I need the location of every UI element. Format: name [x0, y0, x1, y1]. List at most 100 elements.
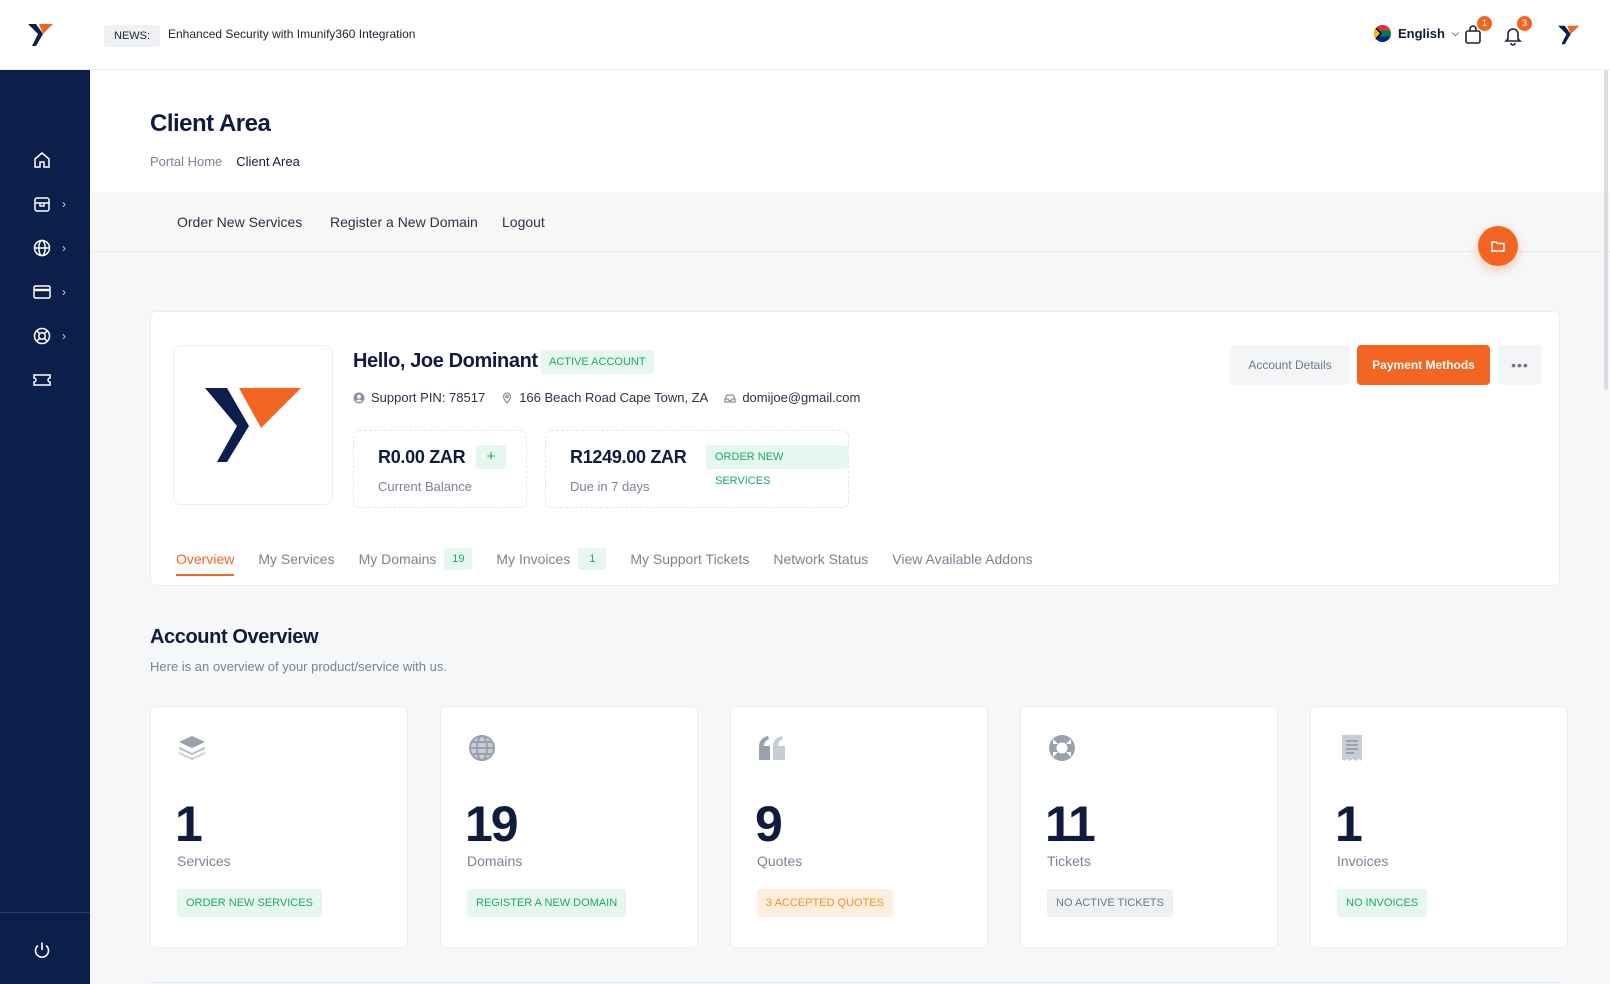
lifebuoy-icon	[33, 327, 51, 345]
invoices-count-badge: 1	[578, 548, 607, 570]
no-active-tickets-pill[interactable]: NO ACTIVE TICKETS	[1047, 889, 1173, 917]
breadcrumb-client-area: Client Area	[236, 154, 300, 169]
quick-nav: Order New Services Register a New Domain…	[90, 192, 1610, 252]
box-icon	[34, 197, 50, 212]
sidebar-divider	[0, 912, 90, 913]
tab-view-available-addons[interactable]: View Available Addons	[892, 544, 1032, 574]
register-domain-link[interactable]: Register a New Domain	[330, 214, 478, 230]
accepted-quotes-pill[interactable]: 3 ACCEPTED QUOTES	[757, 889, 893, 917]
sidebar-item-home[interactable]	[0, 140, 90, 180]
quotes-count: 9	[755, 796, 783, 852]
support-pin-text: Support PIN: 78517	[371, 390, 486, 405]
news-headline[interactable]: Enhanced Security with Imunify360 Integr…	[168, 27, 415, 41]
cart-count-badge: 1	[1477, 16, 1492, 31]
tickets-count: 11	[1045, 796, 1096, 852]
no-invoices-pill[interactable]: NO INVOICES	[1337, 889, 1428, 917]
tab-overview[interactable]: Overview	[176, 544, 235, 576]
language-label: English	[1398, 26, 1445, 41]
account-overview-title: Account Overview	[150, 626, 319, 648]
invoices-label: Invoices	[1337, 853, 1389, 869]
notifications-count-badge: 3	[1517, 16, 1532, 31]
services-count: 1	[175, 796, 203, 852]
sidebar-item-services[interactable]: ›	[0, 184, 90, 224]
sidebar-item-support[interactable]: ›	[0, 316, 90, 356]
lifebuoy-icon	[1049, 735, 1075, 761]
notifications-button[interactable]: 3	[1502, 16, 1532, 46]
inbox-icon	[724, 393, 736, 403]
order-new-services-pill[interactable]: ORDER NEW SERVICES	[177, 889, 322, 917]
map-pin-icon	[503, 391, 512, 404]
tab-my-services[interactable]: My Services	[258, 544, 334, 574]
tab-my-invoices[interactable]: My Invoices 1	[496, 544, 607, 574]
domains-tile[interactable]: 19 Domains REGISTER A NEW DOMAIN	[440, 706, 698, 948]
more-options-button[interactable]: •••	[1498, 345, 1542, 385]
current-balance-box: R0.00 ZAR + Current Balance	[353, 430, 527, 508]
support-pin: Support PIN: 78517	[353, 390, 485, 405]
tickets-tile[interactable]: 11 Tickets NO ACTIVE TICKETS	[1020, 706, 1278, 948]
language-selector[interactable]: English ⌵	[1374, 25, 1459, 42]
tab-label: My Support Tickets	[630, 551, 750, 567]
user-avatar[interactable]	[1558, 24, 1580, 46]
current-balance-label: Current Balance	[378, 479, 472, 494]
brand-logo[interactable]	[28, 22, 54, 48]
chevron-right-icon: ›	[62, 285, 66, 299]
tab-my-support-tickets[interactable]: My Support Tickets	[630, 544, 749, 574]
sidebar-item-domains[interactable]: ›	[0, 228, 90, 268]
tab-my-domains[interactable]: My Domains 19	[359, 544, 473, 574]
account-overview-subtitle: Here is an overview of your product/serv…	[150, 659, 447, 674]
credit-card-icon	[33, 285, 51, 299]
page-scrollbar[interactable]	[1604, 70, 1608, 390]
folder-fab-button[interactable]	[1478, 226, 1518, 266]
client-email-text: domijoe@gmail.com	[742, 390, 861, 405]
services-tile[interactable]: 1 Services ORDER NEW SERVICES	[150, 706, 408, 948]
invoices-tile[interactable]: 1 Invoices NO INVOICES	[1310, 706, 1568, 948]
globe-icon	[33, 239, 51, 257]
logout-link[interactable]: Logout	[502, 214, 545, 230]
chevron-right-icon: ›	[62, 241, 66, 255]
sidebar-item-billing[interactable]: ›	[0, 272, 90, 312]
tab-label: My Domains	[358, 551, 437, 567]
quotes-tile[interactable]: 9 Quotes 3 ACCEPTED QUOTES	[730, 706, 988, 948]
due-order-new-services-button[interactable]: ORDER NEW SERVICES	[706, 445, 848, 487]
tab-label: My Invoices	[496, 551, 571, 567]
top-bar: NEWS: Enhanced Security with Imunify360 …	[0, 0, 1610, 70]
receipt-icon	[1342, 735, 1362, 761]
amount-due-box: R1249.00 ZAR ORDER NEW SERVICES Due in 7…	[545, 430, 849, 508]
client-email: domijoe@gmail.com	[724, 390, 860, 405]
amount-due-label: Due in 7 days	[570, 479, 650, 494]
client-address-text: 166 Beach Road Cape Town, ZA	[519, 390, 709, 405]
breadcrumb-portal-home[interactable]: Portal Home	[150, 154, 222, 169]
profile-card: Hello, Joe Dominant ACTIVE ACCOUNT Suppo…	[150, 311, 1560, 586]
current-balance-amount: R0.00 ZAR	[378, 447, 466, 467]
services-label: Services	[177, 853, 231, 869]
tab-label: View Available Addons	[892, 551, 1033, 567]
client-tabs: Overview My Services My Domains 19 My Inv…	[176, 544, 1033, 576]
add-funds-button[interactable]: +	[476, 445, 506, 469]
tab-network-status[interactable]: Network Status	[773, 544, 868, 574]
globe-icon	[469, 735, 495, 761]
home-icon	[34, 152, 50, 168]
register-new-domain-pill[interactable]: REGISTER A NEW DOMAIN	[467, 889, 627, 917]
domains-count: 19	[465, 796, 519, 852]
tickets-label: Tickets	[1047, 853, 1091, 869]
cart-button[interactable]: 1	[1462, 16, 1492, 46]
quotes-label: Quotes	[757, 853, 803, 869]
chevron-right-icon: ›	[62, 197, 66, 211]
client-logo	[173, 345, 333, 505]
brand-logo-large	[205, 388, 301, 462]
client-address: 166 Beach Road Cape Town, ZA	[501, 390, 708, 405]
south-africa-flag-icon	[1374, 25, 1391, 42]
breadcrumb: Portal Home Client Area	[150, 154, 300, 169]
tab-label: My Services	[258, 551, 335, 567]
client-greeting: Hello, Joe Dominant	[353, 350, 538, 372]
payment-methods-button[interactable]: Payment Methods	[1357, 345, 1490, 385]
domains-label: Domains	[467, 853, 523, 869]
tab-label: Network Status	[773, 551, 869, 567]
order-new-services-link[interactable]: Order New Services	[177, 214, 302, 230]
page-header: Client Area Portal Home Client Area	[90, 70, 1610, 192]
account-details-button[interactable]: Account Details	[1230, 345, 1350, 385]
logout-power-icon[interactable]	[32, 940, 52, 960]
sidebar-item-tickets[interactable]	[0, 360, 90, 400]
ticket-icon	[33, 374, 51, 386]
client-info-row: Support PIN: 78517 166 Beach Road Cape T…	[353, 390, 860, 405]
